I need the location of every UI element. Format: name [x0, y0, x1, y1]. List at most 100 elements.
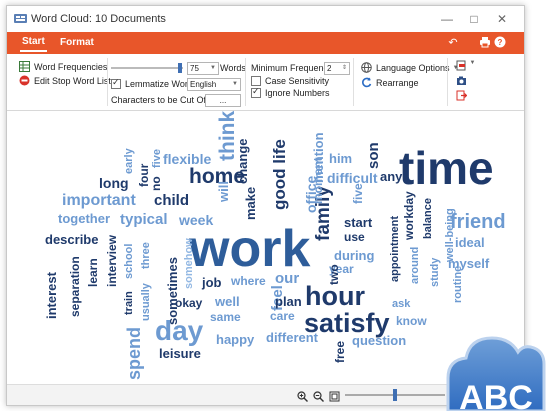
cloud-word[interactable]: hour [305, 283, 365, 310]
zoom-out-icon[interactable] [313, 389, 324, 405]
table-icon [19, 61, 30, 72]
chevron-down-icon: ▼ [210, 65, 216, 71]
cloud-word[interactable]: happy [216, 333, 254, 346]
cloud-word[interactable]: five [151, 149, 163, 168]
cloud-word[interactable]: myself [448, 257, 489, 270]
cloud-word[interactable]: somehow [183, 238, 195, 289]
cloud-word[interactable]: time [399, 145, 494, 191]
cloud-word[interactable]: friend [450, 212, 506, 232]
cloud-word[interactable]: balance [422, 198, 434, 239]
chars-cut-off-value: ... [219, 96, 227, 105]
cloud-word[interactable]: three [140, 242, 152, 269]
cloud-word[interactable]: separation [68, 256, 82, 317]
window-title: Word Cloud: 10 Documents [31, 13, 166, 25]
cloud-word[interactable]: during [334, 249, 374, 262]
cloud-word[interactable]: plan [275, 295, 302, 308]
cloud-word[interactable]: study [429, 258, 441, 287]
cloud-word[interactable]: make [243, 187, 258, 220]
cloud-word[interactable]: workday [402, 191, 416, 240]
min-frequency-spinner[interactable]: 2 ⇕ [324, 62, 350, 75]
help-icon[interactable]: ? [493, 36, 507, 50]
words-count-value: 75 [190, 64, 199, 73]
cloud-word[interactable]: learn [86, 258, 100, 287]
lemmatize-checkbox[interactable]: Lemmatize Words [111, 77, 197, 89]
cloud-word[interactable]: spend [124, 327, 144, 380]
copy-image-icon[interactable] [456, 75, 467, 88]
close-icon[interactable]: ✕ [492, 10, 512, 28]
case-sensitivity-checkbox[interactable]: Case Sensitivity [251, 76, 329, 86]
cloud-word[interactable]: interest [44, 272, 59, 319]
words-slider[interactable] [111, 63, 183, 73]
cloud-word[interactable]: change [235, 138, 250, 184]
cloud-word[interactable]: same [210, 311, 241, 323]
cloud-word[interactable]: flexible [163, 152, 211, 166]
cloud-word[interactable]: will [216, 181, 231, 202]
cloud-word[interactable]: train [123, 291, 135, 315]
undo-icon[interactable]: ↶ [446, 36, 460, 50]
cloud-word[interactable]: question [352, 334, 406, 347]
cloud-word[interactable]: use [344, 231, 365, 243]
cloud-word[interactable]: long [99, 176, 129, 190]
chars-cut-off-input[interactable]: ... [205, 94, 241, 107]
cloud-word[interactable]: school [123, 244, 135, 279]
print-icon[interactable] [478, 36, 492, 50]
cloud-word[interactable]: early [123, 148, 135, 174]
cloud-word[interactable]: sometimes [165, 257, 180, 325]
cloud-word[interactable]: ask [392, 299, 410, 310]
ignore-numbers-check-icon [251, 86, 261, 98]
cloud-word[interactable]: interview [105, 235, 119, 287]
cloud-word[interactable]: free [333, 341, 347, 363]
language-combo[interactable]: English ▼ [187, 78, 241, 91]
cloud-word[interactable]: week [179, 213, 213, 227]
cloud-word[interactable]: start [344, 216, 372, 229]
min-frequency-label: Minimum Frequency: [251, 63, 336, 73]
rearrange-button[interactable]: Rearrange [361, 77, 419, 88]
cloud-word[interactable]: okay [175, 297, 202, 309]
language-options-button[interactable]: Language Options ▼ [361, 62, 459, 73]
cloud-word[interactable]: two [327, 264, 341, 285]
cloud-word[interactable]: good life [270, 139, 289, 210]
cloud-word[interactable]: different [266, 331, 318, 344]
cloud-word[interactable]: child [154, 193, 189, 208]
cloud-word[interactable]: five [351, 183, 365, 204]
cloud-word[interactable]: care [270, 310, 295, 322]
zoom-slider-thumb[interactable] [393, 389, 397, 401]
cloud-word[interactable]: appointment [389, 216, 401, 282]
minimize-icon[interactable]: — [437, 10, 457, 28]
cloud-word[interactable]: describe [45, 233, 98, 246]
cloud-word[interactable]: together [58, 212, 110, 225]
zoom-in-icon[interactable] [297, 389, 308, 405]
cloud-word[interactable]: well [215, 295, 240, 308]
zoom-slider[interactable] [345, 389, 445, 401]
ribbon-separator [353, 58, 354, 106]
export-icon[interactable]: ▼ [456, 60, 475, 73]
cloud-word[interactable]: our [275, 271, 299, 286]
edit-stop-word-list-button[interactable]: Edit Stop Word List [19, 75, 111, 86]
cloud-word[interactable]: job [202, 276, 222, 289]
cloud-word[interactable]: moment [311, 157, 325, 204]
cloud-word[interactable]: son [365, 142, 382, 169]
cloud-word[interactable]: typical [120, 212, 168, 227]
cloud-word[interactable]: where [231, 275, 266, 287]
cloud-word[interactable]: ideal [455, 236, 485, 249]
tab-start[interactable]: Start [20, 36, 47, 52]
word-frequencies-button[interactable]: Word Frequencies [19, 61, 107, 72]
cloud-word[interactable]: routine [452, 266, 464, 303]
maximize-icon[interactable]: □ [464, 10, 484, 28]
words-slider-thumb[interactable] [178, 63, 182, 73]
cloud-word[interactable]: usually [140, 283, 152, 321]
words-count-combo[interactable]: 75 ▼ [187, 62, 219, 75]
ignore-numbers-checkbox[interactable]: Ignore Numbers [251, 86, 330, 98]
cloud-word[interactable]: him [329, 152, 352, 165]
cloud-word[interactable]: no [149, 176, 163, 191]
cloud-word[interactable]: leisure [159, 347, 201, 360]
cloud-word[interactable]: important [62, 193, 136, 209]
cloud-word[interactable]: any [380, 170, 402, 183]
cloud-word[interactable]: around [409, 247, 421, 284]
cloud-word[interactable]: work [189, 223, 310, 275]
cloud-word[interactable]: know [396, 315, 427, 327]
case-sensitivity-label: Case Sensitivity [265, 76, 330, 86]
fit-page-icon[interactable] [329, 389, 340, 405]
exit-icon[interactable] [456, 90, 468, 103]
tab-format[interactable]: Format [60, 37, 94, 48]
